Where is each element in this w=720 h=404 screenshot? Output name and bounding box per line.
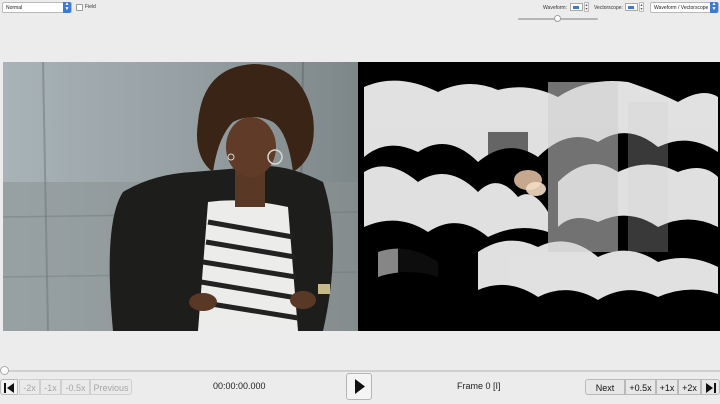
skip-forward-icon	[705, 383, 716, 393]
waveform-stepper[interactable]: ▴ ▾	[584, 2, 589, 12]
frame-indicator: Frame 0 [I]	[457, 381, 501, 391]
play-icon	[355, 379, 365, 394]
top-toolbar: Normal ▲ ▼ Field Waveform: ▴ ▾ Vectorscope…	[0, 0, 720, 62]
rewind-2x-button[interactable]: -2x	[19, 379, 40, 395]
next-frame-button[interactable]: Next	[585, 379, 625, 395]
select-chevron-icon: ▲ ▼	[63, 1, 71, 13]
rewind-0-5x-button[interactable]: -0.5x	[61, 379, 90, 395]
rewind-1x-button[interactable]: -1x	[40, 379, 61, 395]
field-checkbox-label: Field	[85, 4, 96, 10]
vectorscope-field[interactable]	[625, 3, 638, 11]
play-button[interactable]	[346, 373, 372, 400]
previous-frame-button[interactable]: Previous	[90, 379, 132, 395]
waveform-label: Waveform:	[543, 5, 567, 11]
vectorscope-label: Vectorscope:	[594, 5, 623, 11]
display-mode-select[interactable]: Waveform / Vectorscope ▲ ▼	[650, 2, 719, 13]
go-to-end-button[interactable]	[701, 379, 720, 395]
waveform-field[interactable]	[570, 3, 583, 11]
waveform-plot	[358, 62, 720, 331]
select-chevron-icon: ▲ ▼	[710, 1, 718, 13]
forward-2x-button[interactable]: +2x	[678, 379, 701, 395]
mode-select[interactable]: Normal ▲ ▼	[2, 2, 72, 13]
waveform-scope	[358, 62, 720, 331]
timecode-display: 00:00:00.000	[213, 381, 266, 391]
skip-back-icon	[4, 383, 14, 393]
field-checkbox[interactable]	[76, 4, 83, 11]
video-image	[3, 62, 358, 331]
forward-1x-button[interactable]: +1x	[656, 379, 678, 395]
forward-0-5x-button[interactable]: +0.5x	[625, 379, 656, 395]
vectorscope-stepper[interactable]: ▴ ▾	[639, 2, 644, 12]
go-to-start-button[interactable]	[0, 379, 18, 395]
intensity-slider-knob[interactable]	[554, 15, 561, 22]
video-frame	[3, 62, 358, 331]
mode-select-value: Normal	[6, 5, 23, 11]
display-mode-value: Waveform / Vectorscope	[654, 5, 709, 11]
